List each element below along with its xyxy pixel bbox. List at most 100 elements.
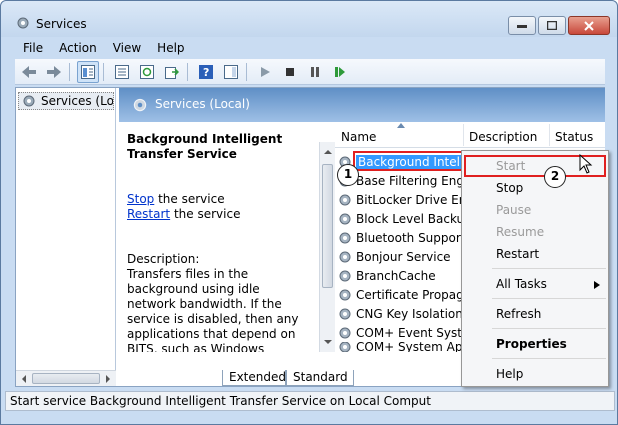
gear-icon (23, 95, 35, 107)
context-menu: Start Stop Pause Resume Restart All Task… (461, 150, 609, 387)
tree-item-label: Services (Local) (41, 94, 114, 108)
pause-icon (311, 66, 319, 77)
menu-file[interactable]: File (15, 39, 51, 57)
pane-header: Services (Local) (119, 88, 605, 122)
play-icon (261, 66, 270, 77)
submenu-arrow-icon (594, 281, 600, 289)
menu-view[interactable]: View (105, 39, 149, 57)
service-name: Bonjour Service (356, 249, 451, 264)
svg-text:?: ? (203, 66, 209, 79)
toolbar: ? (15, 59, 605, 85)
context-menu-properties[interactable]: Properties (496, 337, 567, 351)
close-button[interactable] (568, 16, 610, 35)
service-row[interactable]: CNG Key Isolation (337, 304, 465, 323)
context-menu-restart[interactable]: Restart (496, 247, 539, 261)
tree-horizontal-scrollbar[interactable] (16, 370, 116, 386)
context-menu-resume[interactable]: Resume (496, 225, 544, 239)
service-gear-icon (339, 327, 351, 338)
tree-item-services-local[interactable]: Services (Local) (18, 92, 114, 110)
tab-standard[interactable]: Standard (286, 370, 354, 386)
console-tree-button[interactable] (77, 60, 99, 83)
context-menu-refresh[interactable]: Refresh (496, 307, 541, 321)
maximize-button[interactable] (538, 16, 566, 35)
column-separator (463, 124, 464, 146)
service-row[interactable]: COM+ Event Syst... (337, 323, 465, 342)
context-menu-separator (492, 298, 606, 299)
forward-button[interactable] (43, 61, 65, 83)
service-row[interactable]: BranchCache (337, 266, 465, 285)
list-vertical-scrollbar[interactable] (319, 142, 335, 352)
properties-button[interactable] (111, 61, 133, 83)
back-arrow-icon (22, 65, 36, 78)
context-menu-separator (492, 328, 606, 329)
service-name: BranchCache (356, 268, 436, 283)
service-row[interactable]: Bonjour Service (337, 247, 465, 266)
context-menu-help[interactable]: Help (496, 367, 523, 381)
title-bar: Services (1, 1, 617, 37)
service-gear-icon (339, 270, 351, 281)
service-gear-icon (339, 213, 351, 224)
column-header-description[interactable]: Description (469, 130, 537, 144)
menu-bar: File Action View Help (15, 39, 605, 57)
context-menu-separator (492, 358, 606, 359)
start-service-button[interactable] (254, 61, 276, 83)
selected-service-name: Background Intelligent Transfer Service (127, 132, 283, 161)
sort-ascending-icon (397, 123, 405, 128)
service-row[interactable]: Block Level Backu... (337, 209, 465, 228)
service-description: Transfers files in the background using … (127, 267, 299, 352)
scroll-up-arrow-icon (324, 150, 332, 154)
restart-line-text: the service (170, 207, 241, 221)
stop-service-button[interactable] (279, 61, 301, 83)
help-icon: ? (199, 64, 213, 79)
maximize-icon (547, 21, 557, 30)
service-gear-icon (339, 251, 351, 262)
service-gear-icon (339, 289, 351, 300)
service-row[interactable]: COM+ System Ap... (337, 342, 465, 352)
service-row[interactable]: Bluetooth Support... (337, 228, 465, 247)
menu-help[interactable]: Help (149, 39, 192, 57)
export-list-button[interactable] (161, 61, 183, 83)
back-button[interactable] (18, 61, 40, 83)
toolbar-separator (103, 62, 104, 81)
column-header-name[interactable]: Name (341, 130, 376, 144)
service-detail-panel: Background Intelligent Transfer Service … (119, 122, 319, 352)
pause-service-button[interactable] (304, 61, 326, 83)
service-name: Base Filtering Engi... (356, 173, 465, 188)
restart-service-link[interactable]: Restart (127, 207, 170, 221)
restart-icon (335, 66, 345, 77)
service-row[interactable]: Certificate Propag... (337, 285, 465, 304)
column-header-status[interactable]: Status (555, 130, 593, 144)
service-gear-icon (339, 194, 351, 205)
close-icon (584, 20, 594, 31)
context-menu-all-tasks[interactable]: All Tasks (496, 277, 547, 291)
stop-service-link[interactable]: Stop (127, 192, 154, 206)
vertical-scroll-thumb[interactable] (322, 164, 333, 288)
context-menu-separator (492, 268, 606, 269)
restart-line: Restart the service (127, 207, 311, 222)
properties-icon (115, 64, 129, 79)
service-row[interactable]: BitLocker Drive En... (337, 190, 465, 209)
restart-service-button[interactable] (329, 61, 351, 83)
context-menu-pause[interactable]: Pause (496, 203, 531, 217)
toolbar-separator (69, 62, 70, 81)
window-title: Services (36, 17, 87, 31)
menu-action[interactable]: Action (51, 39, 105, 57)
tree-scroll-thumb[interactable] (32, 373, 100, 384)
scroll-right-arrow-icon (106, 375, 110, 383)
list-header: Name Description Status (335, 122, 605, 148)
context-menu-start[interactable]: Start (496, 159, 525, 173)
column-separator (549, 124, 550, 146)
refresh-icon (140, 64, 154, 79)
forward-arrow-icon (47, 65, 61, 78)
help-button[interactable]: ? (195, 61, 217, 83)
tab-extended[interactable]: Extended (222, 370, 286, 386)
step-1-badge: 1 (337, 164, 359, 186)
service-name: Certificate Propag... (356, 287, 465, 302)
toolbar-separator (187, 62, 188, 81)
minimize-icon (517, 24, 527, 28)
show-hide-action-pane-button[interactable] (220, 61, 242, 83)
context-menu-stop[interactable]: Stop (496, 181, 523, 195)
minimize-button[interactable] (508, 16, 536, 35)
refresh-button[interactable] (136, 61, 158, 83)
scroll-down-arrow-icon (324, 340, 332, 344)
